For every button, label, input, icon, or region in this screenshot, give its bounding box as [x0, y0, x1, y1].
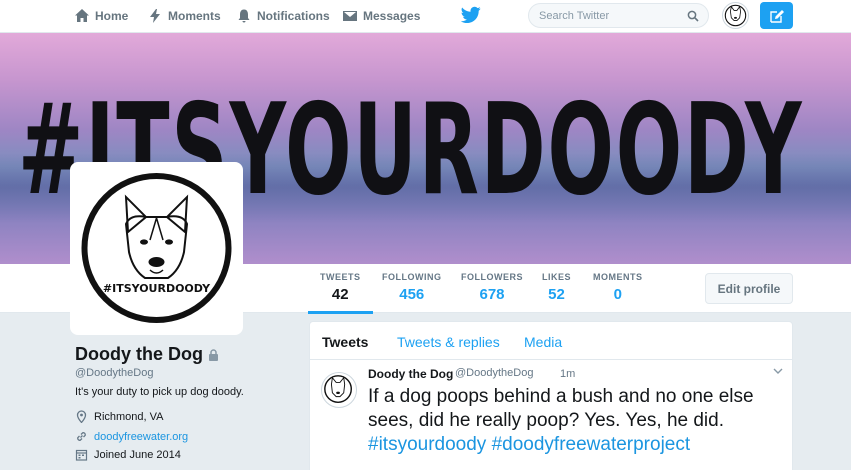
timeline: Tweets Tweets & replies Media Doody the …: [309, 321, 793, 470]
profile-bio: It's your duty to pick up dog doody.: [75, 386, 244, 398]
hashtag-link[interactable]: #doodyfreewaterproject: [492, 434, 691, 455]
top-nav: Home Moments Notifications Messages: [0, 0, 851, 33]
profile-location: Richmond, VA: [75, 410, 164, 423]
home-icon: [75, 8, 89, 22]
tab-media[interactable]: Media: [524, 334, 562, 350]
tweet-avatar[interactable]: [321, 372, 357, 408]
nav-home-label: Home: [95, 8, 129, 23]
stat-label: FOLLOWERS: [461, 272, 523, 282]
tweet-timestamp[interactable]: 1m: [560, 368, 575, 380]
envelope-icon: [343, 10, 357, 21]
profile-avatar[interactable]: #ITSYOURDOODY: [70, 162, 243, 335]
tweet-text: If a dog poops behind a bush and no one …: [368, 385, 782, 457]
nav-moments-label: Moments: [168, 8, 221, 23]
stat-value: 456: [399, 286, 425, 303]
stat-moments[interactable]: MOMENTS 0: [593, 272, 643, 303]
hashtag-link[interactable]: #itsyourdoody: [368, 434, 486, 455]
search-input[interactable]: [539, 9, 679, 22]
stat-value: 42: [331, 286, 349, 303]
timeline-tabs: Tweets Tweets & replies Media: [310, 322, 792, 360]
chevron-down-icon[interactable]: [773, 367, 783, 375]
nav-notifications[interactable]: Notifications: [236, 0, 330, 31]
profile-name: Doody the Dog: [75, 344, 219, 365]
lightning-icon: [150, 8, 160, 23]
stat-label: TWEETS: [320, 272, 361, 282]
profile-joined-text: Joined June 2014: [94, 448, 181, 461]
compose-tweet-button[interactable]: [760, 2, 793, 29]
profile-name-text: Doody the Dog: [75, 344, 203, 364]
tweet-body: If a dog poops behind a bush and no one …: [368, 386, 754, 431]
avatar-hashtag: #ITSYOURDOODY: [102, 282, 211, 295]
bell-icon: [238, 9, 250, 22]
stat-value: 678: [479, 286, 505, 303]
compose-icon: [769, 9, 784, 23]
stat-following[interactable]: FOLLOWING 456: [382, 272, 442, 303]
profile-joined: Joined June 2014: [75, 448, 181, 461]
stat-value: 0: [613, 286, 622, 303]
user-avatar[interactable]: [722, 2, 749, 29]
tweet-author-handle[interactable]: @DoodytheDog: [455, 367, 533, 379]
edit-profile-button[interactable]: Edit profile: [705, 273, 793, 304]
nav-messages-label: Messages: [363, 8, 421, 23]
profile-location-text: Richmond, VA: [94, 410, 164, 423]
location-pin-icon: [76, 410, 87, 423]
stat-label: FOLLOWING: [382, 272, 442, 282]
lock-icon: [209, 348, 218, 361]
tab-tweets-replies[interactable]: Tweets & replies: [397, 334, 500, 350]
stat-label: LIKES: [542, 272, 572, 282]
search-icon[interactable]: [687, 10, 699, 22]
stat-value: 52: [548, 286, 565, 303]
stat-tweets[interactable]: TWEETS 42: [308, 272, 372, 314]
search-box: [528, 3, 709, 28]
nav-home[interactable]: Home: [74, 0, 128, 31]
tab-tweets[interactable]: Tweets: [322, 334, 368, 350]
stat-likes[interactable]: LIKES 52: [542, 272, 571, 303]
nav-messages[interactable]: Messages: [342, 0, 420, 31]
profile-url: doodyfreewater.org: [75, 430, 188, 443]
link-icon: [77, 432, 86, 441]
calendar-icon: [75, 449, 88, 461]
profile-handle[interactable]: @DoodytheDog: [75, 367, 153, 379]
nav-moments[interactable]: Moments: [147, 0, 221, 31]
stat-label: MOMENTS: [593, 272, 643, 282]
dog-logo-icon: [81, 173, 232, 323]
dog-icon: [724, 4, 747, 27]
dog-icon: [324, 375, 352, 403]
tweet-author-name[interactable]: Doody the Dog: [368, 367, 453, 381]
twitter-bird-icon[interactable]: [461, 6, 481, 24]
nav-notifications-label: Notifications: [257, 8, 330, 23]
profile-url-link[interactable]: doodyfreewater.org: [94, 431, 188, 443]
stat-followers[interactable]: FOLLOWERS 678: [461, 272, 523, 303]
